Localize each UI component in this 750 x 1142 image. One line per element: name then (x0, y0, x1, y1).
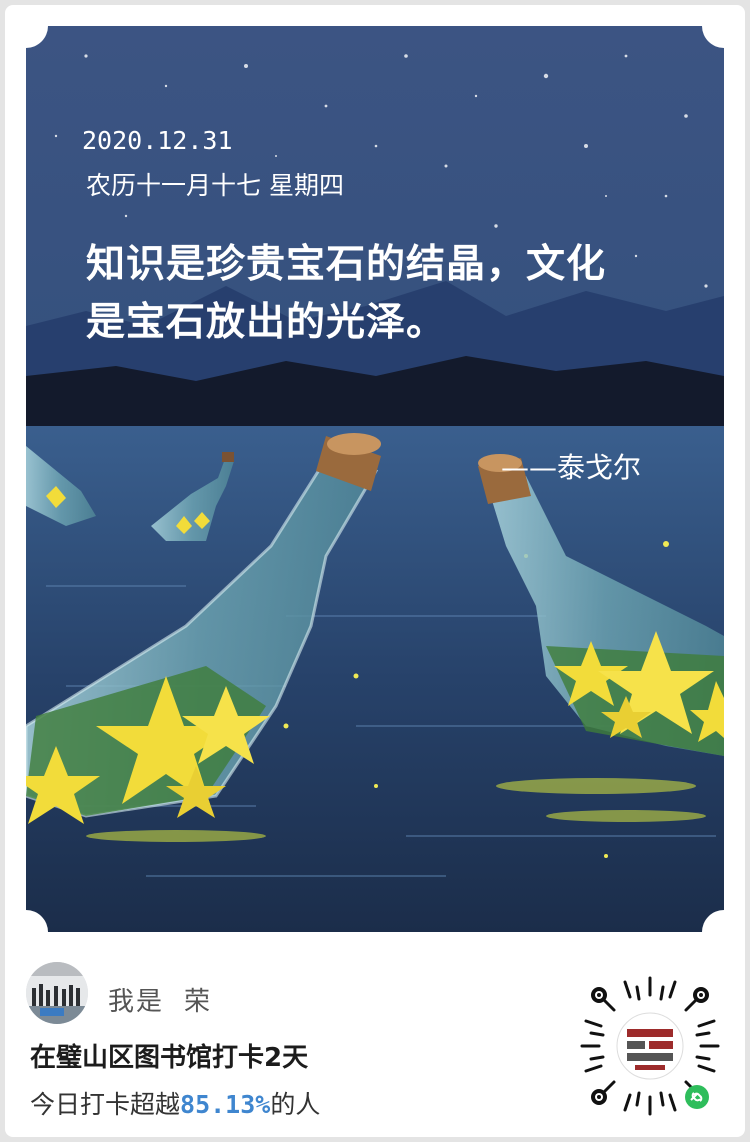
checkin-card: 2020.12.31 农历十一月十七 星期四 知识是珍贵宝石的结晶，文化 是宝石… (5, 5, 745, 1137)
username-prefix: 我是 (108, 987, 165, 1017)
qr-code-graphic (580, 976, 720, 1116)
link-icon (685, 1085, 709, 1109)
avatar-image (26, 962, 88, 1024)
rank-prefix: 今日打卡超越 (30, 1090, 181, 1119)
poster-lunar-date: 农历十一月十七 星期四 (86, 171, 344, 200)
quote-line-1: 知识是珍贵宝石的结晶，文化 (86, 242, 607, 287)
checkin-rank: 今日打卡超越85.13%的人 (30, 1085, 320, 1121)
poster-quote: 知识是珍贵宝石的结晶，文化 是宝石放出的光泽。 (86, 236, 724, 352)
mini-program-qr-code[interactable] (577, 973, 723, 1119)
quote-line-2: 是宝石放出的光泽。 (86, 300, 447, 345)
rank-suffix: 的人 (270, 1090, 321, 1119)
rank-percent: 85.13% (180, 1090, 271, 1119)
username: 我是荣 (108, 981, 212, 1018)
quote-author: ——泰戈尔 (501, 451, 642, 484)
avatar[interactable] (26, 962, 88, 1024)
poster-image: 2020.12.31 农历十一月十七 星期四 知识是珍贵宝石的结晶，文化 是宝石… (26, 26, 724, 932)
username-suffix: 荣 (184, 987, 213, 1017)
checkin-text: 在璧山区图书馆打卡2天 (30, 1043, 309, 1073)
poster-date: 2020.12.31 (82, 126, 233, 155)
